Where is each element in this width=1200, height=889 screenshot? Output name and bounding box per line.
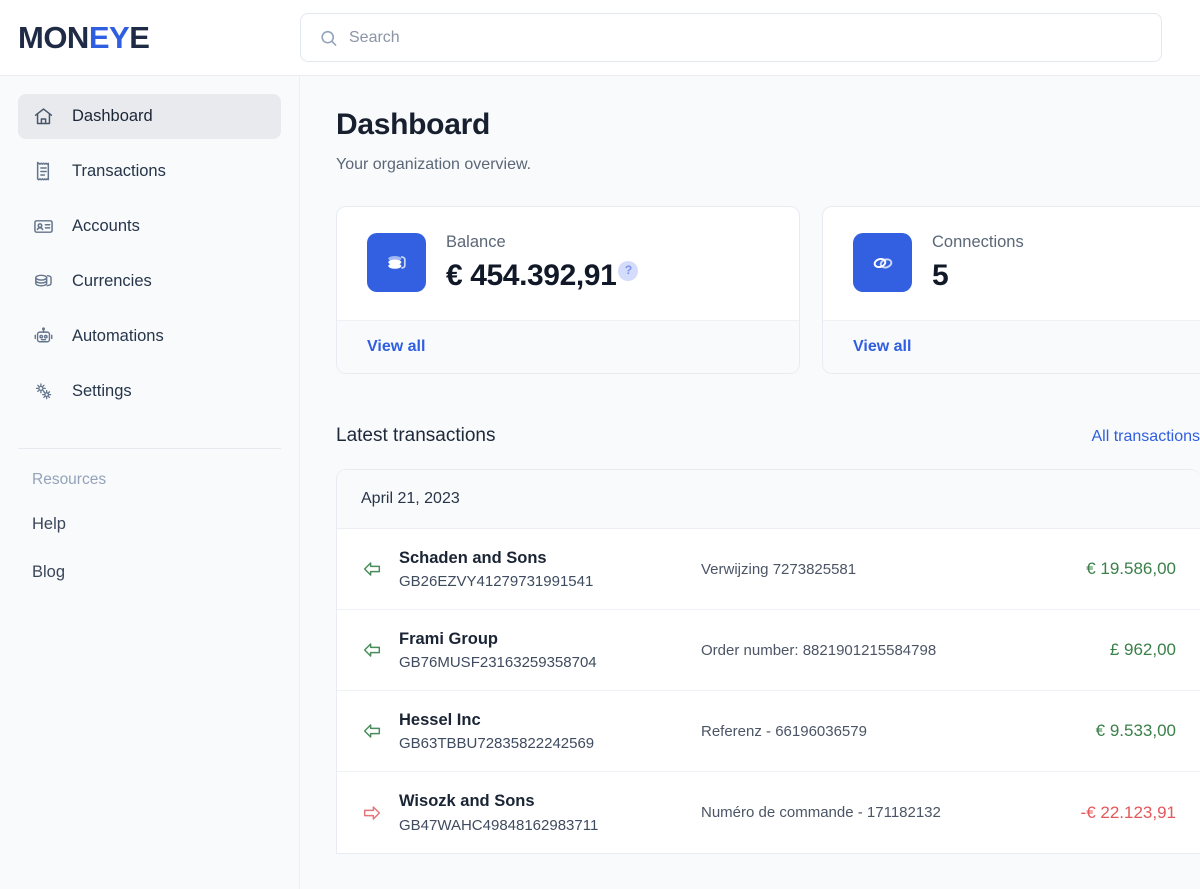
gears-icon <box>32 381 54 403</box>
transaction-iban: GB76MUSF23163259358704 <box>399 654 597 672</box>
coins-icon <box>32 271 54 293</box>
search-input[interactable] <box>349 14 1161 61</box>
sidebar-item-label: Automations <box>72 327 164 345</box>
table-row[interactable]: Frami Group GB76MUSF23163259358704 Order… <box>337 610 1200 691</box>
home-icon <box>32 106 54 128</box>
sidebar-item-accounts[interactable]: Accounts <box>18 204 281 249</box>
app-root: MONEYE Search Dashboard Transactions Acc… <box>0 0 1200 889</box>
transaction-iban: GB26EZVY41279731991541 <box>399 573 594 591</box>
sidebar-item-help[interactable]: Help <box>18 515 281 534</box>
sidebar-item-settings[interactable]: Settings <box>18 369 281 414</box>
connections-card-label: Connections <box>932 233 1024 252</box>
brand-logo-prefix: MON <box>18 20 89 55</box>
transaction-reference: Numéro de commande - 171182132 <box>701 804 941 821</box>
search-icon <box>319 28 338 47</box>
transaction-party: Hessel Inc GB63TBBU72835822242569 <box>389 710 699 753</box>
sidebar-item-automations[interactable]: Automations <box>18 314 281 359</box>
sidebar-divider <box>18 448 281 449</box>
connections-card-value-wrap: 5 <box>932 259 1024 292</box>
incoming-arrow-icon <box>355 720 389 742</box>
id-card-icon <box>32 216 54 238</box>
connections-card-meta: Connections 5 <box>932 233 1024 292</box>
top-bar: MONEYE <box>0 0 1200 76</box>
main-content: Dashboard Your organization overview. Ba… <box>300 76 1200 889</box>
table-row[interactable]: Schaden and Sons GB26EZVY41279731991541 … <box>337 529 1200 610</box>
transactions-card: April 21, 2023 Schaden and Sons GB26EZVY… <box>336 469 1200 854</box>
sidebar-item-label: Transactions <box>72 162 166 180</box>
coins-stack-icon <box>367 233 426 292</box>
transactions-date-group: April 21, 2023 <box>337 470 1200 529</box>
table-row[interactable]: Wisozk and Sons GB47WAHC49848162983711 N… <box>337 772 1200 853</box>
sidebar: Dashboard Transactions Accounts Currenci… <box>0 76 300 889</box>
brand-logo-suffix: E <box>129 20 150 55</box>
brand-logo-accent: EY <box>88 20 130 55</box>
transactions-header: Latest transactions All transactions <box>336 425 1200 447</box>
table-row[interactable]: Hessel Inc GB63TBBU72835822242569 Refere… <box>337 691 1200 772</box>
transaction-name: Hessel Inc <box>399 710 481 729</box>
transaction-reference: Order number: 8821901215584798 <box>701 641 937 659</box>
sidebar-item-currencies[interactable]: Currencies <box>18 259 281 304</box>
connections-card: Connections 5 View all <box>822 206 1200 374</box>
sidebar-item-dashboard[interactable]: Dashboard <box>18 94 281 139</box>
sidebar-item-label: Accounts <box>72 217 140 235</box>
incoming-arrow-icon <box>355 558 389 580</box>
sidebar-resources-label: Resources <box>32 471 107 488</box>
logo-zone: MONEYE <box>0 0 300 75</box>
balance-card-value: € 454.392,91 <box>446 258 617 292</box>
sidebar-item-label: Dashboard <box>72 107 153 125</box>
search-zone <box>300 0 1200 75</box>
transaction-amount: € 9.533,00 <box>1095 721 1176 740</box>
stat-cards: Balance € 454.392,91 ? View all Connecti… <box>336 206 1200 374</box>
sidebar-item-transactions[interactable]: Transactions <box>18 149 281 194</box>
outgoing-arrow-icon <box>355 802 389 824</box>
help-badge-icon[interactable]: ? <box>618 260 639 281</box>
balance-card-label: Balance <box>446 233 506 252</box>
transaction-reference: Referenz - 66196036579 <box>701 722 867 740</box>
link-icon <box>853 233 912 292</box>
connections-view-all-link[interactable]: View all <box>853 338 911 355</box>
latest-transactions-heading: Latest transactions <box>336 425 496 446</box>
page-subtitle: Your organization overview. <box>336 156 532 173</box>
search-box[interactable] <box>300 13 1162 62</box>
balance-card-body: Balance € 454.392,91 ? <box>337 207 799 320</box>
transaction-name: Schaden and Sons <box>399 548 547 567</box>
balance-card-meta: Balance € 454.392,91 ? <box>446 233 639 292</box>
transaction-name: Wisozk and Sons <box>399 792 535 811</box>
balance-card: Balance € 454.392,91 ? View all <box>336 206 800 374</box>
sidebar-item-label: Currencies <box>72 272 152 290</box>
connections-card-body: Connections 5 <box>823 207 1200 320</box>
transaction-party: Schaden and Sons GB26EZVY41279731991541 <box>389 548 699 591</box>
balance-view-all-link[interactable]: View all <box>367 338 425 355</box>
brand-logo[interactable]: MONEYE <box>18 20 150 55</box>
transaction-reference: Verwijzing 7273825581 <box>701 560 857 578</box>
transaction-iban: GB47WAHC49848162983711 <box>399 816 599 834</box>
body-split: Dashboard Transactions Accounts Currenci… <box>0 76 1200 889</box>
balance-card-footer: View all <box>337 320 799 373</box>
transaction-name: Frami Group <box>399 629 499 648</box>
balance-card-value-wrap: € 454.392,91 ? <box>446 258 639 292</box>
transaction-party: Frami Group GB76MUSF23163259358704 <box>389 629 699 672</box>
incoming-arrow-icon <box>355 639 389 661</box>
sidebar-item-blog[interactable]: Blog <box>18 563 281 582</box>
transaction-amount: € 19.586,00 <box>1086 559 1176 578</box>
transaction-amount: £ 962,00 <box>1109 640 1176 659</box>
transaction-party: Wisozk and Sons GB47WAHC49848162983711 <box>389 791 699 834</box>
sidebar-item-label: Settings <box>72 382 132 400</box>
all-transactions-link[interactable]: All transactions <box>1092 428 1200 446</box>
receipt-icon <box>32 161 54 183</box>
page-title: Dashboard <box>336 108 490 141</box>
transaction-amount: -€ 22.123,91 <box>1080 802 1176 822</box>
robot-icon <box>32 326 54 348</box>
connections-card-value: 5 <box>932 258 949 292</box>
transaction-iban: GB63TBBU72835822242569 <box>399 735 595 753</box>
connections-card-footer: View all <box>823 320 1200 373</box>
